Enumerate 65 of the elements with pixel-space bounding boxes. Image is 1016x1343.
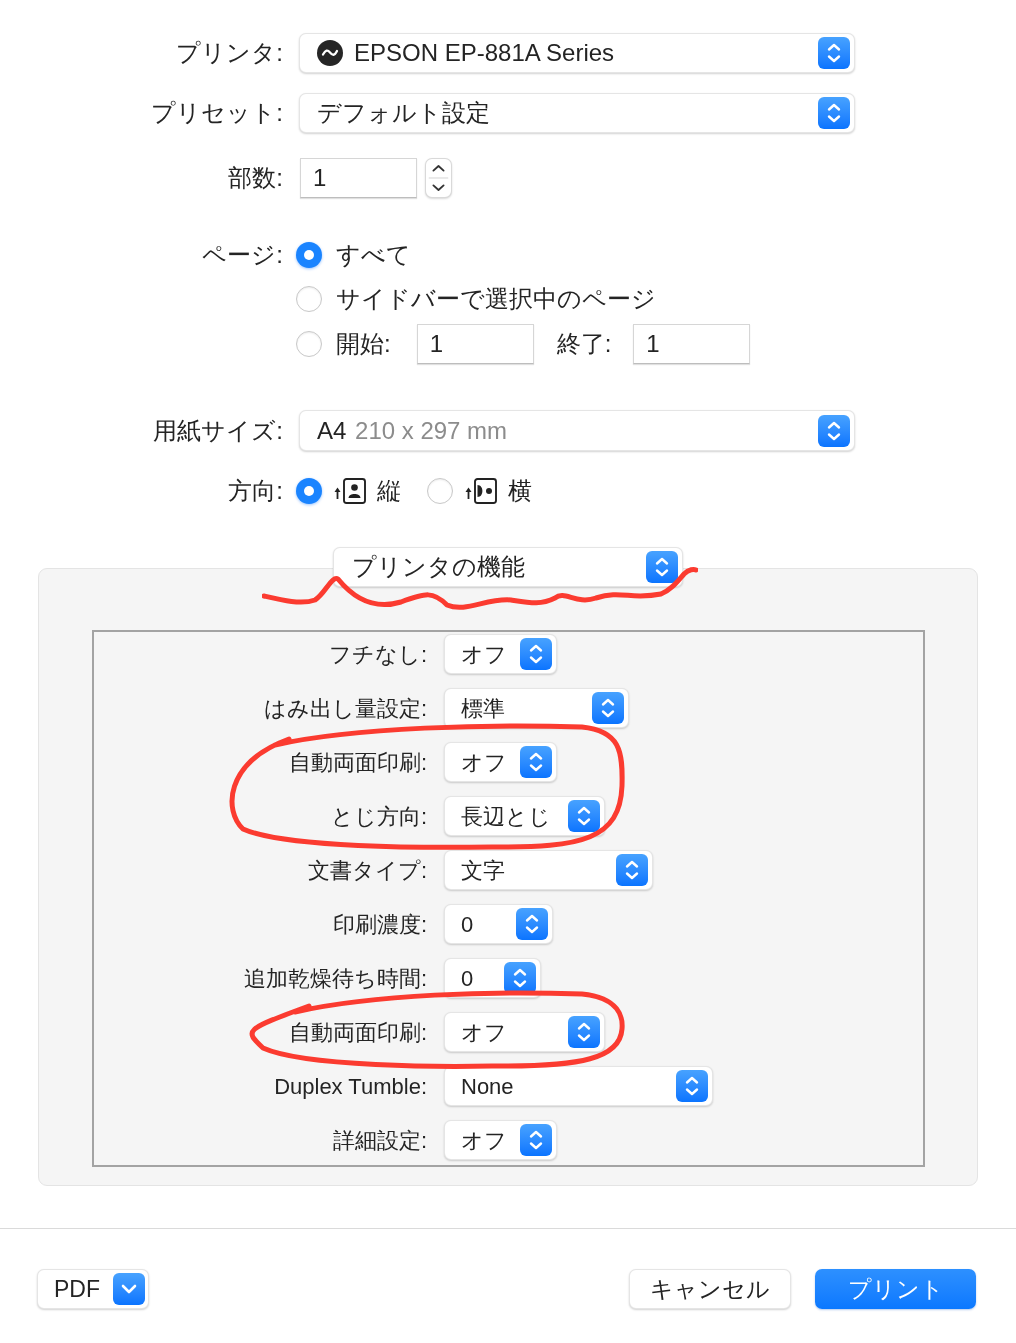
up-down-chevron-icon (818, 97, 850, 129)
setting-label: Duplex Tumble: (274, 1072, 427, 1101)
portrait-page-icon (334, 478, 366, 504)
up-down-chevron-icon (568, 1016, 600, 1048)
setting-label: 詳細設定: (332, 1126, 427, 1155)
popup-button[interactable]: 長辺とじ (444, 796, 605, 836)
chevron-down-icon (113, 1273, 145, 1305)
up-down-chevron-icon (818, 414, 850, 447)
radio-button[interactable] (296, 242, 322, 268)
radio-button[interactable] (296, 331, 322, 357)
up-down-chevron-icon (568, 800, 600, 832)
setting-label: 印刷濃度: (332, 910, 427, 939)
popup-button[interactable]: A4 210 x 297 mm (299, 410, 855, 451)
up-down-chevron-icon (520, 1124, 552, 1156)
field-label: プリンタ: (176, 38, 283, 68)
cancel-button[interactable]: キャンセル (629, 1269, 791, 1309)
popup-button[interactable]: デフォルト設定 (299, 93, 855, 133)
field-label: ページ: (202, 240, 283, 270)
popup-button[interactable]: EPSON EP-881A Series (299, 33, 855, 73)
popup-button[interactable]: 文字 (444, 850, 653, 890)
stepper-button[interactable] (425, 158, 452, 198)
setting-label: 自動両面印刷: (288, 1018, 427, 1047)
field-label: 方向: (228, 476, 283, 506)
field-label: 部数: (228, 163, 283, 193)
up-down-chevron-icon (818, 37, 850, 69)
up-down-chevron-icon (592, 692, 624, 724)
up-down-chevron-icon (520, 638, 552, 670)
up-down-chevron-icon (646, 551, 678, 583)
up-down-chevron-icon (516, 908, 548, 940)
page-to-field[interactable]: 1 (633, 324, 751, 364)
popup-button[interactable]: オフ (444, 742, 557, 782)
popup-button[interactable]: プリンタの機能 (333, 547, 683, 587)
setting-label: 文書タイプ: (307, 856, 427, 885)
up-down-chevron-icon (616, 854, 648, 886)
option-label: 縦 (377, 476, 401, 506)
option-label: サイドバーで選択中のページ (336, 284, 656, 314)
radio-button[interactable] (296, 478, 322, 504)
landscape-page-icon (465, 478, 497, 504)
option-label: 開始: (336, 329, 391, 359)
setting-label: フチなし: (328, 640, 427, 669)
popup-button[interactable]: オフ (444, 1120, 557, 1160)
print-button[interactable]: プリント (815, 1269, 976, 1309)
popup-button[interactable]: 標準 (444, 688, 629, 728)
radio-button[interactable] (427, 478, 453, 504)
pdf-menu-button[interactable]: PDF (37, 1269, 149, 1309)
field-label: プリセット: (151, 98, 283, 128)
setting-label: とじ方向: (330, 802, 427, 831)
option-label: すべて (336, 240, 411, 270)
setting-label: 追加乾燥待ち時間: (243, 964, 427, 993)
popup-button[interactable]: 0 (444, 904, 553, 944)
copies-field[interactable]: 1 (300, 158, 417, 198)
up-down-chevron-icon (504, 962, 536, 994)
radio-button[interactable] (296, 286, 322, 312)
up-down-chevron-icon (676, 1070, 708, 1102)
popup-button[interactable]: None (444, 1066, 713, 1106)
circle-wave-icon (317, 40, 343, 66)
field-label: 用紙サイズ: (153, 415, 283, 446)
field-label: 終了: (556, 329, 612, 359)
option-label: 横 (508, 476, 532, 506)
page-from-field[interactable]: 1 (416, 324, 534, 364)
up-down-chevron-icon (520, 746, 552, 778)
setting-label: はみ出し量設定: (263, 694, 427, 723)
popup-button[interactable]: オフ (444, 634, 557, 674)
popup-button[interactable]: オフ (444, 1012, 605, 1052)
setting-label: 自動両面印刷: (288, 748, 427, 777)
